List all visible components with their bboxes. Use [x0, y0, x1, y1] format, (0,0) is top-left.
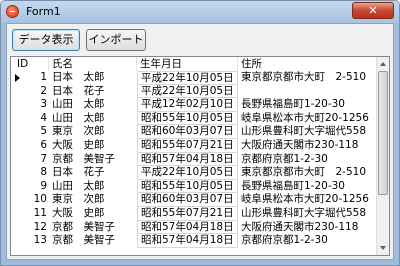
cell-name[interactable]: 日本 太郎 [49, 71, 137, 85]
table-row[interactable]: 5 東京 次郎 昭和60年03月07日 山形県豊科町大字堀代558 [11, 125, 376, 139]
table-row[interactable]: 12 京都 美智子 昭和57年04月18日 大阪府通天閣市230-118 [11, 220, 376, 235]
cell-id[interactable]: 11 [27, 207, 49, 221]
row-selector[interactable] [11, 207, 27, 221]
cell-address[interactable]: 長野県福島町1-20-30 [238, 98, 376, 112]
cell-id[interactable]: 1 [27, 71, 49, 85]
cell-dob[interactable]: 昭和60年03月07日 [137, 125, 238, 139]
title-bar[interactable]: Form1 ✕ [1, 1, 399, 23]
app-icon[interactable] [6, 5, 19, 18]
cell-name[interactable]: 大阪 史郎 [49, 207, 137, 221]
cell-id[interactable]: 10 [27, 193, 49, 207]
import-button[interactable]: インポート [86, 29, 146, 51]
table-row[interactable]: 2 日本 花子 平成22年10月05日 [11, 84, 376, 99]
cell-id[interactable]: 6 [27, 139, 49, 153]
close-button[interactable]: ✕ [352, 2, 394, 19]
cell-address[interactable]: 岐阜県松本市大町20-1256 [238, 112, 376, 126]
row-selector[interactable] [11, 180, 27, 194]
cell-name[interactable]: 山田 太郎 [49, 112, 137, 126]
cell-name[interactable]: 東京 次郎 [49, 193, 137, 207]
scroll-up-arrow-icon[interactable] [377, 57, 389, 70]
row-selector[interactable] [11, 71, 27, 85]
row-selector[interactable] [11, 221, 27, 235]
row-selector[interactable] [11, 193, 27, 207]
cell-dob[interactable]: 昭和57年04月18日 [137, 152, 238, 167]
cell-name[interactable]: 日本 花子 [49, 85, 137, 99]
row-selector[interactable] [11, 125, 27, 139]
cell-dob[interactable]: 平成22年10月05日 [137, 84, 238, 99]
cell-name[interactable]: 山田 太郎 [49, 98, 137, 112]
row-selector[interactable] [11, 139, 27, 153]
form1-window: Form1 ✕ データ表示 インポート ID 氏名 生年月日 住所 1 日本 太… [0, 0, 400, 266]
cell-address[interactable] [238, 85, 376, 99]
cell-dob[interactable]: 昭和57年04月18日 [137, 220, 238, 235]
table-row[interactable]: 8 日本 花子 平成22年10月05日 東京都京都市大町 2-510 [11, 166, 376, 180]
cell-name[interactable]: 大阪 史郎 [49, 139, 137, 153]
cell-id[interactable]: 2 [27, 85, 49, 99]
cell-address[interactable]: 京都府京都1-2-30 [238, 153, 376, 167]
cell-id[interactable]: 8 [27, 166, 49, 180]
cell-address[interactable]: 長野県福島町1-20-30 [238, 180, 376, 194]
cell-dob[interactable]: 昭和55年10月05日 [137, 179, 238, 194]
cell-address[interactable]: 大阪府通天閣市230-118 [238, 221, 376, 235]
cell-name[interactable]: 京都 美智子 [49, 234, 137, 248]
cell-address[interactable]: 東京都京都市大町 2-510 [238, 71, 376, 85]
cell-dob[interactable]: 昭和55年07月21日 [137, 139, 238, 153]
table-row[interactable]: 9 山田 太郎 昭和55年10月05日 長野県福島町1-20-30 [11, 179, 376, 194]
cell-address[interactable]: 大阪府通天閣市230-118 [238, 139, 376, 153]
cell-address[interactable]: 東京都京都市大町 2-510 [238, 166, 376, 180]
cell-name[interactable]: 京都 美智子 [49, 153, 137, 167]
cell-id[interactable]: 13 [27, 234, 49, 248]
cell-dob[interactable]: 平成22年10月05日 [137, 166, 238, 180]
column-header-dob[interactable]: 生年月日 [137, 57, 238, 71]
window-title: Form1 [26, 5, 61, 18]
cell-address[interactable]: 京都府京都1-2-30 [238, 234, 376, 248]
cell-dob[interactable]: 昭和55年10月05日 [137, 111, 238, 126]
data-grid[interactable]: ID 氏名 生年月日 住所 1 日本 太郎 平成22年10月05日 東京都京都市… [10, 56, 390, 256]
cell-id[interactable]: 3 [27, 98, 49, 112]
table-row[interactable]: 4 山田 太郎 昭和55年10月05日 岐阜県松本市大町20-1256 [11, 111, 376, 126]
column-header-id[interactable]: ID [11, 57, 49, 71]
table-row[interactable]: 13 京都 美智子 昭和57年04月18日 京都府京都1-2-30 [11, 234, 376, 248]
row-selector[interactable] [11, 153, 27, 167]
cell-dob[interactable]: 平成12年02月10日 [137, 98, 238, 112]
cell-dob[interactable]: 昭和57年04月18日 [137, 234, 238, 248]
cell-id[interactable]: 7 [27, 153, 49, 167]
table-row[interactable]: 11 大阪 史郎 昭和55年07月21日 山形県豊科町大字堀代558 [11, 207, 376, 221]
cell-name[interactable]: 山田 太郎 [49, 180, 137, 194]
show-data-button[interactable]: データ表示 [12, 29, 80, 51]
table-row[interactable]: 10 東京 次郎 昭和60年03月07日 岐阜県松本市大町20-1256 [11, 193, 376, 207]
table-row[interactable]: 6 大阪 史郎 昭和55年07月21日 大阪府通天閣市230-118 [11, 139, 376, 153]
row-selector[interactable] [11, 85, 27, 99]
row-selector[interactable] [11, 112, 27, 126]
scrollbar-thumb[interactable] [378, 71, 388, 195]
cell-name[interactable]: 京都 美智子 [49, 221, 137, 235]
table-row[interactable]: 1 日本 太郎 平成22年10月05日 東京都京都市大町 2-510 [11, 71, 376, 85]
column-header-name[interactable]: 氏名 [49, 57, 137, 71]
scroll-down-arrow-icon[interactable] [377, 242, 389, 255]
vertical-scrollbar[interactable] [376, 57, 389, 255]
cell-address[interactable]: 山形県豊科町大字堀代558 [238, 125, 376, 139]
row-selector[interactable] [11, 98, 27, 112]
table-row[interactable]: 3 山田 太郎 平成12年02月10日 長野県福島町1-20-30 [11, 98, 376, 112]
column-header-address[interactable]: 住所 [238, 57, 376, 71]
form-client-area: データ表示 インポート ID 氏名 生年月日 住所 1 日本 太郎 平成22年1… [6, 23, 394, 260]
cell-dob[interactable]: 昭和55年07月21日 [137, 207, 238, 221]
grid-header: ID 氏名 生年月日 住所 [11, 57, 376, 71]
cell-address[interactable]: 岐阜県松本市大町20-1256 [238, 193, 376, 207]
cell-id[interactable]: 12 [27, 221, 49, 235]
cell-name[interactable]: 日本 花子 [49, 166, 137, 180]
cell-name[interactable]: 東京 次郎 [49, 125, 137, 139]
cell-id[interactable]: 5 [27, 125, 49, 139]
row-selector[interactable] [11, 166, 27, 180]
cell-id[interactable]: 4 [27, 112, 49, 126]
row-selector-arrow-icon [15, 74, 20, 82]
cell-dob[interactable]: 平成22年10月05日 [137, 71, 238, 85]
table-row[interactable]: 7 京都 美智子 昭和57年04月18日 京都府京都1-2-30 [11, 152, 376, 167]
cell-id[interactable]: 9 [27, 180, 49, 194]
cell-dob[interactable]: 昭和60年03月07日 [137, 193, 238, 207]
row-selector[interactable] [11, 234, 27, 248]
cell-address[interactable]: 山形県豊科町大字堀代558 [238, 207, 376, 221]
